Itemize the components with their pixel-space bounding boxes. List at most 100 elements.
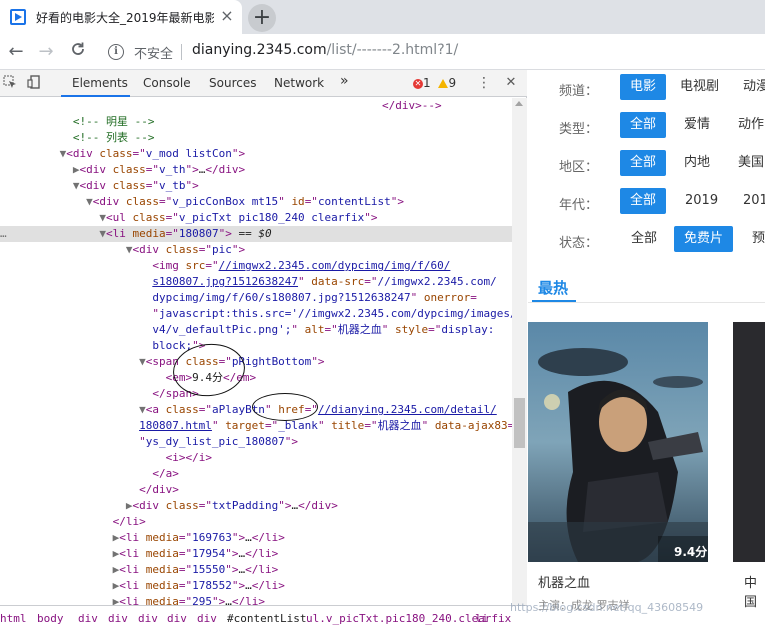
dom-line[interactable]: </div>: [0, 482, 512, 498]
filter-option[interactable]: 动作: [738, 112, 764, 138]
crumb-html[interactable]: html: [0, 612, 27, 625]
browser-window: 好看的电影大全_2019年最新电影 × + ← → i 不安全 dianying…: [0, 0, 765, 631]
video-favicon-icon: [10, 9, 26, 25]
tab-strip: 好看的电影大全_2019年最新电影 × +: [0, 0, 765, 34]
security-label[interactable]: 不安全: [134, 43, 173, 62]
device-toggle-icon[interactable]: [26, 75, 42, 91]
tab-elements[interactable]: Elements: [72, 76, 128, 90]
close-devtools-icon[interactable]: ✕: [503, 75, 519, 91]
dom-line[interactable]: </div>-->: [0, 98, 512, 114]
dom-line[interactable]: s180807.jpg?1512638247" data-src="//imgw…: [0, 274, 512, 290]
dom-line[interactable]: v4/v_defaultPic.png';" alt="机器之血" style=…: [0, 322, 512, 338]
dom-line[interactable]: ▼<ul class="v_picTxt pic180_240 clearfix…: [0, 210, 512, 226]
watermark: https://blog.csdn.net/qq_43608549: [510, 601, 704, 614]
crumb-body[interactable]: body: [37, 612, 64, 625]
dom-line[interactable]: </a>: [0, 466, 512, 482]
filter-option-active[interactable]: 免费片: [674, 226, 734, 252]
dom-line[interactable]: ▼<span class="pRightBottom">: [0, 354, 512, 370]
movie-poster[interactable]: [733, 322, 765, 562]
movie-title[interactable]: 中国: [744, 572, 765, 610]
inspect-element-icon[interactable]: [2, 75, 18, 91]
scrollbar-thumb[interactable]: [514, 398, 525, 448]
movie-title[interactable]: 机器之血: [538, 572, 590, 591]
issues-counter[interactable]: ✕ 1 9: [413, 76, 456, 90]
dom-line[interactable]: ▼<div class="v_picConBox mt15" id="conte…: [0, 194, 512, 210]
filter-option[interactable]: 美国: [738, 150, 764, 176]
error-icon: ✕: [413, 78, 423, 89]
tab-console[interactable]: Console: [143, 76, 191, 90]
url-domain: dianying.2345.com: [192, 42, 327, 58]
dom-line[interactable]: <!-- 列表 -->: [0, 130, 512, 146]
filter-option[interactable]: 2018: [743, 188, 765, 214]
breadcrumb: html body div div div div div #contentLi…: [0, 605, 527, 631]
tab-network[interactable]: Network: [274, 76, 324, 90]
filter-option[interactable]: 动漫: [743, 74, 765, 100]
filter-option[interactable]: 2019: [685, 188, 718, 214]
info-icon[interactable]: i: [108, 44, 124, 60]
section-title-hot[interactable]: 最热: [538, 277, 568, 298]
close-tab-icon[interactable]: ×: [218, 7, 236, 25]
dom-tree: </div>--> <!-- 明星 --> <!-- 列表 --> ▼<div …: [0, 98, 512, 605]
dom-line[interactable]: ▶<li media="15550">…</li>: [0, 562, 512, 578]
back-arrow-icon[interactable]: ←: [4, 40, 28, 64]
crumb-div[interactable]: div: [108, 612, 128, 625]
filter-option-active[interactable]: 全部: [620, 150, 667, 176]
dom-line[interactable]: ▼<div class="v_mod listCon">: [0, 146, 512, 162]
movie-poster[interactable]: 9.4分: [528, 322, 708, 562]
crumb-contentlist[interactable]: #contentList: [227, 612, 306, 625]
filter-option-active[interactable]: 全部: [620, 188, 667, 214]
scroll-up-icon[interactable]: [515, 101, 523, 106]
filter-option-active[interactable]: 全部: [620, 112, 667, 138]
browser-tab[interactable]: 好看的电影大全_2019年最新电影 ×: [0, 0, 242, 34]
dom-line[interactable]: <img src="//imgwx2.2345.com/dypcimg/img/…: [0, 258, 512, 274]
crumb-li[interactable]: li: [475, 612, 488, 625]
dom-line[interactable]: </li>: [0, 514, 512, 530]
dom-line[interactable]: "javascript:this.src='//imgwx2.2345.com/…: [0, 306, 512, 322]
dom-line[interactable]: ▶<li media="169763">…</li>: [0, 530, 512, 546]
dom-line[interactable]: block;">: [0, 338, 512, 354]
filter-option[interactable]: 内地: [684, 150, 710, 176]
dom-line[interactable]: ▼<div class="v_tb">: [0, 178, 512, 194]
dom-line[interactable]: ▶<div class="txtPadding">…</div>: [0, 498, 512, 514]
tab-sources[interactable]: Sources: [209, 76, 256, 90]
crumb-div[interactable]: div: [138, 612, 158, 625]
dom-line-selected[interactable]: … ▼<li media="180807"> == $0: [0, 226, 512, 242]
devtools-toolbar: Elements Console Sources Network » ✕ 1 9 …: [0, 70, 527, 97]
filter-label: 频道：: [559, 84, 599, 99]
new-tab-button[interactable]: +: [248, 4, 276, 32]
filter-option-active[interactable]: 电影: [620, 74, 667, 100]
more-tabs-icon[interactable]: »: [340, 73, 349, 89]
filter-label: 类型：: [559, 122, 599, 137]
dom-line[interactable]: "ys_dy_list_pic_180807">: [0, 434, 512, 450]
dom-line[interactable]: <!-- 明星 -->: [0, 114, 512, 130]
hand-drawn-circle-href: [252, 393, 318, 421]
reload-icon[interactable]: [66, 40, 90, 64]
dom-line[interactable]: ▶<div class="v_th">…</div>: [0, 162, 512, 178]
dom-line[interactable]: ▶<li media="178552">…</li>: [0, 578, 512, 594]
dom-line[interactable]: <i></i>: [0, 450, 512, 466]
dom-line[interactable]: 180807.html" target="_blank" title="机器之血…: [0, 418, 512, 434]
dom-line[interactable]: dypcimg/img/f/60/s180807.jpg?1512638247"…: [0, 290, 512, 306]
kebab-menu-icon[interactable]: ⋮: [476, 75, 492, 91]
section-divider: [528, 302, 765, 303]
forward-arrow-icon[interactable]: →: [34, 40, 58, 64]
error-count: 1: [423, 76, 431, 90]
dom-line[interactable]: <em>9.4分</em>: [0, 370, 512, 386]
url-path: /list/-------2.html?1/: [326, 42, 459, 58]
dom-line[interactable]: ▶<li media="17954">…</li>: [0, 546, 512, 562]
address-bar[interactable]: i 不安全 dianying.2345.com/list/-------2.ht…: [100, 39, 765, 65]
filter-option[interactable]: 电视剧: [680, 74, 719, 100]
crumb-div[interactable]: div: [197, 612, 217, 625]
dom-scrollbar[interactable]: [512, 98, 527, 605]
url-text[interactable]: dianying.2345.com/list/-------2.html?1/: [192, 42, 458, 58]
filter-status: 状态： 全部 免费片 预告: [528, 222, 765, 260]
filter-option[interactable]: 爱情: [684, 112, 710, 138]
section-title-underline: [532, 300, 576, 302]
crumb-div[interactable]: div: [78, 612, 98, 625]
crumb-div[interactable]: div: [167, 612, 187, 625]
filter-label: 状态：: [559, 236, 599, 251]
dom-line[interactable]: ▼<div class="pic">: [0, 242, 512, 258]
filter-option[interactable]: 全部: [631, 226, 657, 252]
filter-option[interactable]: 预告: [752, 226, 765, 252]
dom-line[interactable]: ▶<li media="295">…</li>: [0, 594, 512, 605]
